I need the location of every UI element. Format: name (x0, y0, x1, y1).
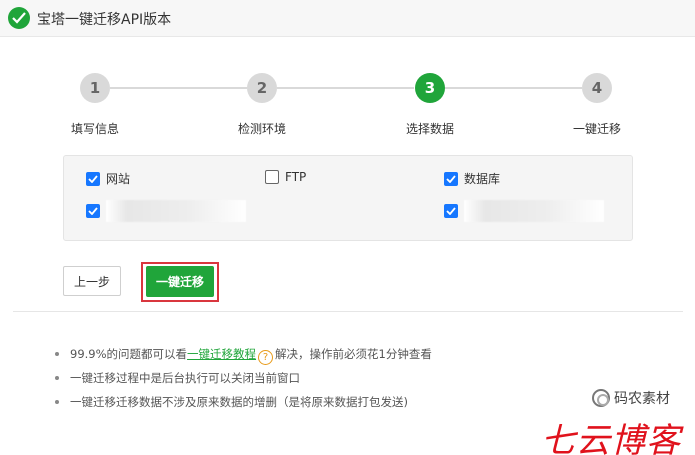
question-circle-icon[interactable]: ? (258, 350, 274, 365)
divider (13, 311, 683, 312)
step-2-circle: 2 (247, 73, 277, 103)
database-item-checkbox[interactable] (444, 204, 458, 218)
step-1-circle: 1 (80, 73, 110, 103)
site-option-label: 网站 (106, 172, 131, 186)
wechat-logo-icon (592, 389, 610, 407)
database-checkbox[interactable] (444, 171, 458, 186)
check-circle-icon (8, 7, 30, 29)
note-item: 99.9%的问题都可以看一键迁移教程? 解决，操作前必须花1分钟查看 (55, 345, 432, 369)
checkmark-icon (446, 174, 456, 183)
checkmark-icon (88, 207, 98, 215)
database-item-redacted-name (464, 200, 604, 222)
ftp-option[interactable]: FTP (265, 170, 306, 184)
watermark-big: 七云博客 (541, 421, 681, 455)
step-1-label: 填写信息 (71, 122, 120, 136)
site-item-checkbox[interactable] (86, 204, 100, 218)
data-selection-panel: 网站 FTP 数据库 (63, 155, 633, 241)
watermark-small-text: 码农素材 (614, 391, 670, 407)
note-item: 一键迁移迁移数据不涉及原来数据的增删（是将原来数据打包发送) (55, 393, 432, 417)
step-3-circle: 3 (415, 73, 445, 103)
checkmark-icon (88, 174, 98, 183)
note-text: 解决，操作前必须花1分钟查看 (275, 347, 432, 361)
migration-tutorial-link[interactable]: 一键迁移教程 (187, 347, 256, 361)
site-checkbox[interactable] (86, 171, 100, 186)
step-4-label: 一键迁移 (573, 122, 622, 136)
note-text: 99.9%的问题都可以看 (70, 347, 188, 361)
note-item: 一键迁移过程中是后台执行可以关闭当前窗口 (55, 369, 432, 393)
step-connector (445, 87, 582, 89)
previous-step-button[interactable]: 上一步 (63, 266, 121, 296)
checkmark-icon (446, 207, 456, 215)
ftp-checkbox[interactable] (265, 170, 279, 184)
one-click-migrate-button[interactable]: 一键迁移 (146, 266, 214, 297)
database-item-option[interactable] (444, 200, 604, 222)
database-option[interactable]: 数据库 (444, 170, 500, 187)
watermark-small: 码农素材 (592, 388, 670, 408)
ftp-option-label: FTP (285, 170, 307, 184)
notes-list: 99.9%的问题都可以看一键迁移教程? 解决，操作前必须花1分钟查看 一键迁移过程… (55, 345, 432, 417)
step-2-label: 检测环境 (238, 122, 287, 136)
dialog-title: 宝塔一键迁移API版本 (37, 12, 172, 28)
dialog-titlebar: 宝塔一键迁移API版本 (0, 0, 695, 37)
step-connector (277, 87, 414, 89)
site-option[interactable]: 网站 (86, 170, 130, 187)
site-item-redacted-name (106, 200, 246, 222)
step-connector (110, 87, 247, 89)
database-option-label: 数据库 (464, 172, 501, 186)
step-4-circle: 4 (582, 73, 612, 103)
site-item-option[interactable] (86, 200, 246, 222)
step-3-label: 选择数据 (406, 122, 455, 136)
